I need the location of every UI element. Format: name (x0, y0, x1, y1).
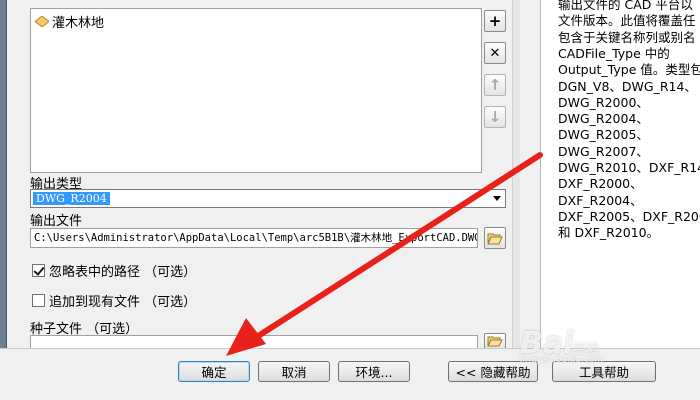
feature-class-icon (35, 15, 49, 27)
help-text-line: DWG_R2004、 (558, 111, 649, 127)
watermark: Bai经验 jingyan.baidu.com (520, 326, 603, 365)
ok-button-label: 确定 (201, 365, 227, 380)
ignore-paths-label: 忽略表中的路径 （可选） (49, 265, 197, 280)
watermark-url: jingyan.baidu.com (520, 355, 604, 365)
append-existing-checkbox[interactable] (32, 294, 45, 307)
add-button[interactable]: + (484, 10, 506, 32)
output-file-label: 输出文件 (30, 214, 83, 229)
output-file-input[interactable]: C:\Users\Administrator\AppData\Local\Tem… (30, 228, 478, 248)
arrow-down-icon: ↓ (488, 108, 502, 126)
help-text-line: DWG_R2010、DXF_R14 (558, 160, 700, 175)
close-icon: ✕ (489, 45, 501, 61)
help-text-line: Output_Type 值。类型包 (558, 62, 700, 78)
input-features-list[interactable]: 灌木林地 (30, 8, 482, 173)
folder-open-icon (487, 336, 503, 347)
seed-file-input[interactable] (30, 335, 478, 349)
add-icon: + (488, 12, 502, 30)
list-item-label: 灌木林地 (52, 15, 105, 31)
help-text-line: DGN_V8、DWG_R14、 (558, 78, 697, 94)
help-text-line: DXF_R2000、 (558, 176, 643, 192)
move-up-button[interactable]: ↑ (484, 74, 506, 96)
list-item[interactable]: 灌木林地 (35, 13, 105, 31)
vertical-scrollbar[interactable] (512, 0, 520, 348)
folder-open-icon (487, 233, 503, 245)
output-file-browse-button[interactable] (484, 227, 506, 249)
append-existing-option[interactable]: 追加到现有文件 （可选） (32, 291, 196, 310)
chevron-down-icon[interactable] (493, 196, 501, 201)
move-down-button[interactable]: ↓ (484, 106, 506, 128)
help-panel: 输出文件的 CAD 平台以 文件版本。此值将覆盖任 包含于关键名称列或别名 CADFi… (540, 0, 700, 348)
output-type-value: DWG_R2004 (33, 192, 110, 205)
ignore-paths-option[interactable]: 忽略表中的路径 （可选） (32, 261, 196, 280)
tool-dialog-panel: 灌木林地 + ✕ ↑ ↓ 输出类型 DWG_R2004 输出文件 C:\User… (8, 0, 520, 349)
seed-file-browse-button[interactable] (484, 333, 506, 349)
help-text-line: DWG_R2005、 (558, 127, 649, 143)
help-text-line: CADFile_Type 中的 (558, 45, 670, 61)
arrow-up-icon: ↑ (488, 76, 502, 94)
remove-button[interactable]: ✕ (484, 42, 506, 64)
help-text-line: 和 DXF_R2010。 (558, 225, 660, 241)
help-text-line: DXF_R2004、 (558, 192, 643, 208)
environments-button-label: 环境... (355, 365, 393, 380)
output-type-select[interactable]: DWG_R2004 (30, 189, 506, 208)
cancel-button[interactable]: 取消 (258, 361, 330, 382)
help-text-line: 包含于关键名称列或别名 (558, 29, 696, 45)
help-text-line: DWG_R2007、 (558, 143, 649, 159)
help-text-line: DXF_R2005、DXF_R200 (558, 208, 700, 224)
window-edge (0, 0, 7, 348)
cancel-button-label: 取消 (281, 365, 307, 380)
ok-button[interactable]: 确定 (178, 361, 250, 382)
help-text-line: 文件版本。此值将覆盖任 (558, 13, 696, 29)
help-text-line: DWG_R2000、 (558, 94, 649, 110)
ignore-paths-checkbox[interactable] (32, 264, 45, 277)
help-text-line: 输出文件的 CAD 平台以 (558, 0, 693, 12)
append-existing-label: 追加到现有文件 （可选） (49, 295, 197, 310)
environments-button[interactable]: 环境... (338, 361, 410, 382)
